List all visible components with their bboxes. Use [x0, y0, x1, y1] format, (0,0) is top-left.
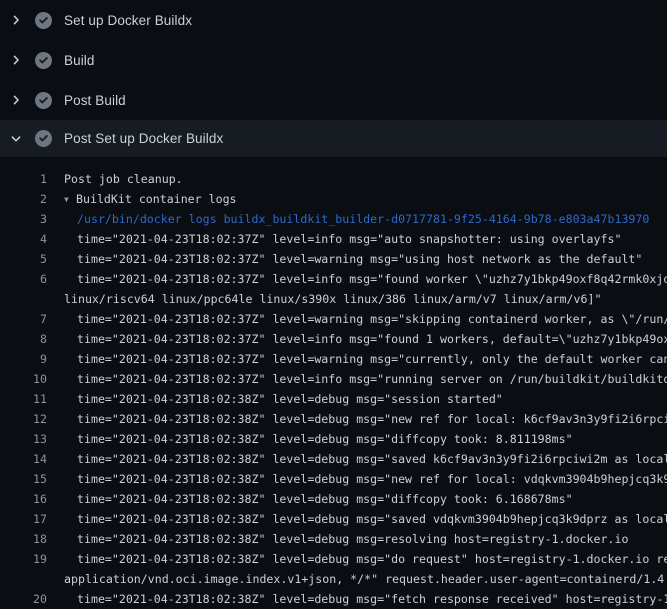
- log-line-number[interactable]: 5: [0, 249, 47, 269]
- log-line-number[interactable]: 19: [0, 549, 47, 569]
- log-line: 1 Post job cleanup.: [0, 169, 667, 189]
- log-line: 13 time="2021-04-23T18:02:38Z" level=debu…: [0, 429, 667, 449]
- chevron-down-icon: [9, 132, 23, 146]
- step-label: Post Set up Docker Buildx: [64, 131, 223, 146]
- log-line: 6 time="2021-04-23T18:02:37Z" level=info …: [0, 269, 667, 289]
- log-text: time="2021-04-23T18:02:37Z" level=info m…: [77, 329, 667, 349]
- log-line: linux/riscv64 linux/ppc64le linux/s390x …: [0, 289, 667, 309]
- log-line-number[interactable]: 7: [0, 309, 47, 329]
- log-line: 7 time="2021-04-23T18:02:37Z" level=warni…: [0, 309, 667, 329]
- log-line: 16 time="2021-04-23T18:02:38Z" level=debu…: [0, 489, 667, 509]
- log-line: application/vnd.oci.image.index.v1+json,…: [0, 569, 667, 589]
- step-label: Set up Docker Buildx: [64, 13, 192, 28]
- log-line-number[interactable]: 15: [0, 469, 47, 489]
- log-line-number[interactable]: 4: [0, 229, 47, 249]
- log-line-number[interactable]: 16: [0, 489, 47, 509]
- check-circle-icon: [35, 92, 52, 109]
- log-text: time="2021-04-23T18:02:37Z" level=info m…: [77, 369, 667, 389]
- log-group-title: BuildKit container logs: [76, 192, 237, 206]
- log-line: 12 time="2021-04-23T18:02:38Z" level=debu…: [0, 409, 667, 429]
- log-line-number[interactable]: 8: [0, 329, 47, 349]
- log-text: time="2021-04-23T18:02:38Z" level=debug …: [77, 469, 667, 489]
- log-line: 11 time="2021-04-23T18:02:38Z" level=debu…: [0, 389, 667, 409]
- log-line-number[interactable]: 20: [0, 589, 47, 609]
- log-text: time="2021-04-23T18:02:38Z" level=debug …: [77, 589, 667, 609]
- log-line: 19 time="2021-04-23T18:02:38Z" level=debu…: [0, 549, 667, 569]
- log-text: application/vnd.oci.image.index.v1+json,…: [64, 569, 664, 589]
- log-text: time="2021-04-23T18:02:38Z" level=debug …: [77, 389, 503, 409]
- log-text: time="2021-04-23T18:02:37Z" level=warnin…: [77, 349, 667, 369]
- log-line-number[interactable]: 1: [0, 169, 47, 189]
- step-label: Post Build: [64, 93, 126, 108]
- log-text: time="2021-04-23T18:02:38Z" level=debug …: [77, 449, 667, 469]
- log-text: time="2021-04-23T18:02:38Z" level=debug …: [77, 489, 573, 509]
- log-line: 4 time="2021-04-23T18:02:37Z" level=info …: [0, 229, 667, 249]
- log-text: time="2021-04-23T18:02:37Z" level=info m…: [77, 269, 667, 289]
- step-row-post-set-up-docker-buildx[interactable]: Post Set up Docker Buildx: [0, 120, 667, 157]
- log-line: 2 ▼BuildKit container logs: [0, 189, 667, 209]
- log-text: time="2021-04-23T18:02:38Z" level=debug …: [77, 529, 628, 549]
- log-text: linux/riscv64 linux/ppc64le linux/s390x …: [64, 289, 601, 309]
- log-line: 18 time="2021-04-23T18:02:38Z" level=debu…: [0, 529, 667, 549]
- log-line-number[interactable]: 13: [0, 429, 47, 449]
- log-line-number[interactable]: 3: [0, 209, 47, 229]
- chevron-right-icon: [9, 93, 23, 107]
- log-line: 20 time="2021-04-23T18:02:38Z" level=debu…: [0, 589, 667, 609]
- log-line-number[interactable]: 18: [0, 529, 47, 549]
- log-line: 14 time="2021-04-23T18:02:38Z" level=debu…: [0, 449, 667, 469]
- chevron-right-icon: [9, 53, 23, 67]
- log-line-number[interactable]: 17: [0, 509, 47, 529]
- log-line-number: [0, 569, 47, 589]
- log-line-number[interactable]: 14: [0, 449, 47, 469]
- steps-list: Set up Docker Buildx Build Post Build Post …: [0, 0, 667, 157]
- triangle-down-icon: ▼: [64, 190, 76, 210]
- log-line-number[interactable]: 6: [0, 269, 47, 289]
- log-line-number[interactable]: 11: [0, 389, 47, 409]
- log-line: 17 time="2021-04-23T18:02:38Z" level=debu…: [0, 509, 667, 529]
- log-line: 10 time="2021-04-23T18:02:37Z" level=info…: [0, 369, 667, 389]
- log-line: 3/usr/bin/docker logs buildx_buildkit_bu…: [0, 209, 667, 229]
- log-line: 15 time="2021-04-23T18:02:38Z" level=debu…: [0, 469, 667, 489]
- log-line-number[interactable]: 9: [0, 349, 47, 369]
- log-line-number[interactable]: 2: [0, 189, 47, 209]
- check-circle-icon: [35, 130, 52, 147]
- log-text: Post job cleanup.: [64, 169, 183, 189]
- log-text: time="2021-04-23T18:02:38Z" level=debug …: [77, 549, 667, 569]
- step-row-build[interactable]: Build: [0, 40, 667, 80]
- log-group-toggle[interactable]: ▼BuildKit container logs: [64, 189, 237, 209]
- step-label: Build: [64, 53, 95, 68]
- log-text: time="2021-04-23T18:02:38Z" level=debug …: [77, 429, 573, 449]
- log-line: 5 time="2021-04-23T18:02:37Z" level=warni…: [0, 249, 667, 269]
- log-line-number[interactable]: 10: [0, 369, 47, 389]
- log-line: 8 time="2021-04-23T18:02:37Z" level=info …: [0, 329, 667, 349]
- check-circle-icon: [35, 12, 52, 29]
- log-line-number: [0, 289, 47, 309]
- step-row-post-build[interactable]: Post Build: [0, 80, 667, 120]
- log-text: time="2021-04-23T18:02:37Z" level=warnin…: [77, 309, 667, 329]
- step-row-set-up-docker-buildx[interactable]: Set up Docker Buildx: [0, 0, 667, 40]
- chevron-right-icon: [9, 13, 23, 27]
- log-line-number[interactable]: 12: [0, 409, 47, 429]
- log-command-text: /usr/bin/docker logs buildx_buildkit_bui…: [77, 209, 649, 229]
- log-viewer: 1 Post job cleanup. 2 ▼BuildKit container l…: [0, 157, 667, 609]
- log-text: time="2021-04-23T18:02:37Z" level=warnin…: [77, 249, 642, 269]
- log-text: time="2021-04-23T18:02:37Z" level=info m…: [77, 229, 621, 249]
- log-line: 9 time="2021-04-23T18:02:37Z" level=warni…: [0, 349, 667, 369]
- log-text: time="2021-04-23T18:02:38Z" level=debug …: [77, 509, 667, 529]
- check-circle-icon: [35, 52, 52, 69]
- log-text: time="2021-04-23T18:02:38Z" level=debug …: [77, 409, 667, 429]
